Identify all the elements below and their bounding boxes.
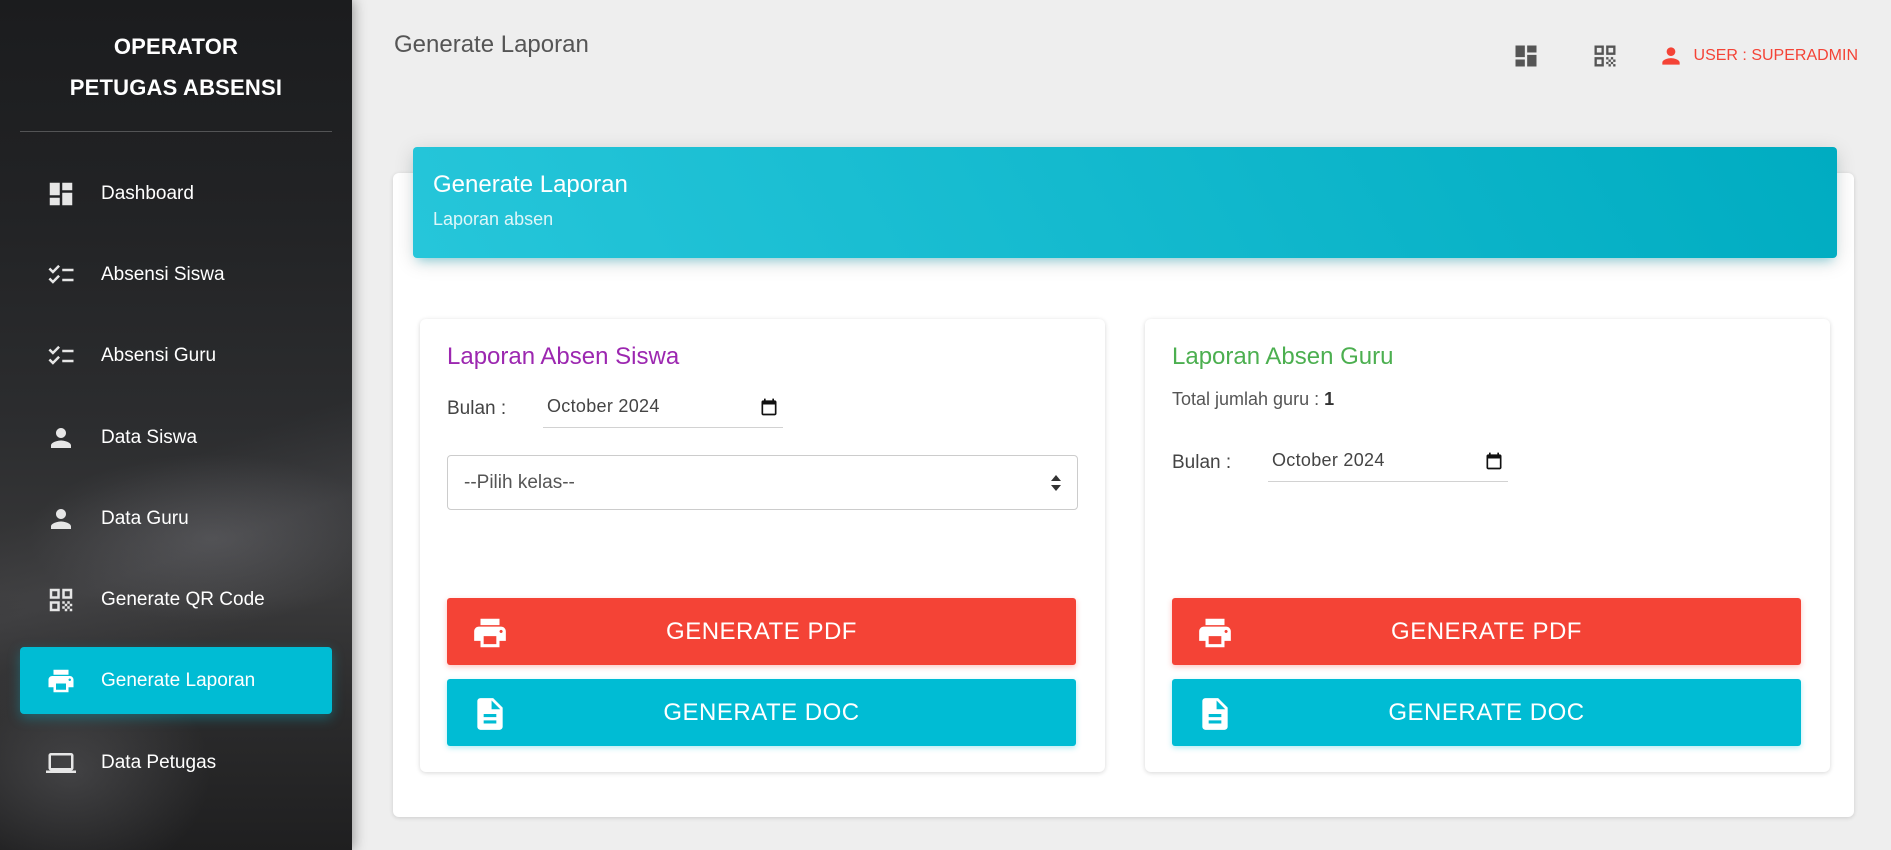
laporan-siswa-title: Laporan Absen Siswa	[447, 343, 680, 370]
card-subtitle: Laporan absen	[433, 209, 554, 229]
checklist-icon	[46, 260, 76, 290]
calendar-icon[interactable]	[759, 397, 779, 417]
print-icon	[46, 666, 76, 696]
print-icon	[471, 614, 509, 652]
button-label: GENERATE PDF	[666, 617, 857, 645]
document-icon	[1196, 695, 1234, 733]
total-guru-label: Total jumlah guru :	[1172, 389, 1325, 409]
laporan-guru-title: Laporan Absen Guru	[1172, 343, 1394, 370]
bulan-guru-input[interactable]	[1272, 450, 1452, 471]
document-icon	[471, 695, 509, 733]
kelas-select-value: --Pilih kelas--	[464, 471, 575, 493]
siswa-generate-pdf-button[interactable]: GENERATE PDF	[447, 598, 1076, 665]
button-label: GENERATE PDF	[1391, 617, 1582, 645]
sidebar-item-data-petugas[interactable]: Data Petugas	[20, 729, 332, 796]
bulan-siswa-input[interactable]	[547, 396, 727, 417]
sidebar-item-label: Data Guru	[101, 507, 189, 529]
qr-code-icon[interactable]	[1591, 42, 1619, 70]
sidebar-item-label: Data Petugas	[101, 751, 217, 773]
brand-divider	[20, 131, 332, 132]
button-label: GENERATE DOC	[663, 698, 860, 726]
siswa-generate-doc-button[interactable]: GENERATE DOC	[447, 679, 1076, 746]
brand-line-1: OPERATOR	[113, 34, 239, 59]
card-header: Generate Laporan Laporan absen	[413, 147, 1837, 258]
sidebar-item-label: Generate QR Code	[101, 588, 265, 610]
dashboard-icon[interactable]	[1512, 42, 1540, 70]
sidebar-item-absensi-guru[interactable]: Absensi Guru	[20, 322, 332, 389]
sidebar-item-generate-laporan[interactable]: Generate Laporan	[20, 647, 332, 714]
sidebar-item-generate-qr-code[interactable]: Generate QR Code	[20, 566, 332, 633]
sidebar-item-dashboard[interactable]: Dashboard	[20, 160, 332, 227]
guru-generate-pdf-button[interactable]: GENERATE PDF	[1172, 598, 1801, 665]
calendar-icon[interactable]	[1484, 451, 1504, 471]
checklist-icon	[46, 341, 76, 371]
brand-title: OPERATOR PETUGAS ABSENSI	[20, 26, 332, 108]
page-title: Generate Laporan	[394, 31, 589, 58]
user-label: USER : SUPERADMIN	[1693, 47, 1858, 64]
card-title: Generate Laporan	[433, 171, 628, 198]
dashboard-icon	[46, 179, 76, 209]
sidebar: OPERATOR PETUGAS ABSENSI Dashboard Absen…	[0, 0, 352, 850]
sidebar-item-label: Absensi Guru	[101, 344, 217, 366]
sidebar-item-label: Absensi Siswa	[101, 263, 225, 285]
guru-generate-doc-button[interactable]: GENERATE DOC	[1172, 679, 1801, 746]
total-guru-text: Total jumlah guru : 1	[1172, 389, 1334, 410]
bulan-guru-date-field[interactable]	[1268, 440, 1508, 482]
sidebar-item-label: Generate Laporan	[101, 669, 256, 691]
person-icon	[1661, 47, 1680, 65]
select-arrows-icon	[1051, 474, 1061, 491]
bulan-label: Bulan :	[447, 398, 507, 419]
laporan-guru-card: Laporan Absen Guru Total jumlah guru : 1…	[1145, 319, 1830, 772]
sidebar-item-label: Data Siswa	[101, 426, 198, 448]
sidebar-item-absensi-siswa[interactable]: Absensi Siswa	[20, 241, 332, 308]
kelas-select[interactable]: --Pilih kelas--	[447, 455, 1078, 510]
bulan-label: Bulan :	[1172, 452, 1232, 473]
print-icon	[1196, 614, 1234, 652]
total-guru-value: 1	[1324, 389, 1335, 409]
button-label: GENERATE DOC	[1388, 698, 1585, 726]
person-icon	[46, 504, 76, 534]
sidebar-item-label: Dashboard	[101, 182, 194, 204]
sidebar-item-data-siswa[interactable]: Data Siswa	[20, 404, 332, 471]
person-icon	[46, 423, 76, 453]
user-menu-link[interactable]: USER : SUPERADMIN	[1658, 42, 1858, 70]
bulan-siswa-date-field[interactable]	[543, 386, 783, 428]
sidebar-item-data-guru[interactable]: Data Guru	[20, 485, 332, 552]
laporan-siswa-card: Laporan Absen Siswa Bulan : --Pilih kela…	[420, 319, 1105, 772]
qr-code-icon	[46, 585, 76, 615]
brand-line-2: PETUGAS ABSENSI	[69, 75, 283, 100]
laptop-icon	[46, 748, 76, 778]
